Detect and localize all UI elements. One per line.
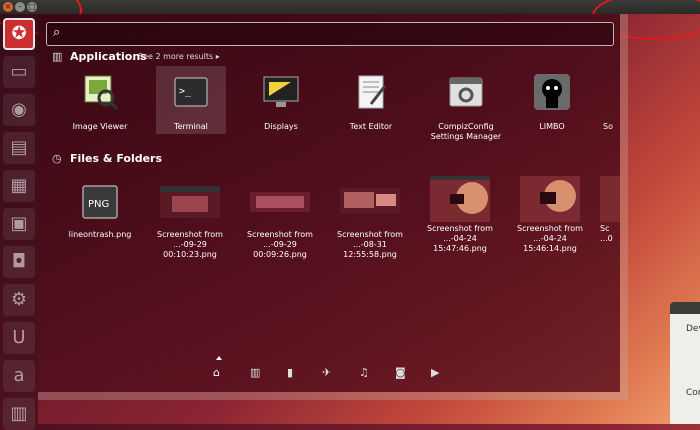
firefox-icon[interactable]: ◉ [3, 94, 35, 126]
file-item[interactable]: Screenshot from ...-04-24 15:46:14.png [510, 176, 590, 254]
dash-home-icon[interactable]: ✪ [3, 18, 35, 50]
png-thumbnail: PNG [60, 182, 140, 222]
file-item[interactable]: Screenshot from ...-09-29 00:09:26.png [240, 182, 320, 260]
svg-text:PNG: PNG [88, 199, 109, 210]
file-label: Screenshot from ...-09-29 00:09:26.png [247, 230, 313, 259]
screenshot-thumbnail [600, 176, 620, 222]
social-lens-icon[interactable]: ✈ [322, 366, 331, 379]
file-item[interactable]: Screenshot from ...-09-29 00:10:23.png [150, 182, 230, 260]
app-image-viewer[interactable]: Image Viewer [65, 72, 135, 132]
app-displays[interactable]: Displays [246, 72, 316, 132]
limbo-icon [532, 72, 572, 112]
app-terminal[interactable]: >_ Terminal [156, 66, 226, 134]
app-partial[interactable]: So [603, 72, 620, 132]
photo-lens-icon[interactable]: ◙ [395, 366, 406, 379]
screenshot-thumbnail [420, 176, 500, 222]
ubuntu-one-icon[interactable]: U [3, 322, 35, 354]
applications-lens-icon[interactable]: ▥ [250, 366, 260, 379]
dash-bottom-edge [38, 392, 628, 400]
window-titlebar [670, 302, 700, 314]
terminal-icon: >_ [171, 72, 211, 112]
file-item[interactable]: Screenshot from ...-04-24 15:47:46.png [420, 176, 500, 254]
window-text: Con [686, 388, 700, 398]
displays-icon [261, 72, 301, 112]
search-icon: ⌕ [53, 25, 61, 40]
calc-icon[interactable]: ▦ [3, 170, 35, 202]
files-header: ◷ Files & Folders [52, 152, 162, 165]
app-compizconfig[interactable]: CompizConfig Settings Manager [426, 72, 506, 142]
file-label: Screenshot from ...-04-24 15:47:46.png [427, 224, 493, 253]
search-bar[interactable]: ⌕ [46, 22, 614, 46]
amazon-icon[interactable]: a [3, 360, 35, 392]
screenshot-thumbnail [150, 182, 230, 222]
video-lens-icon[interactable]: ▶ [431, 366, 439, 379]
app-label: Image Viewer [72, 122, 128, 131]
software-center-icon[interactable]: ◘ [3, 246, 35, 278]
app-label: So [603, 122, 613, 131]
launcher: ✪ ▭ ◉ ▤ ▦ ▣ ◘ ⚙ U a ▥ [0, 14, 38, 430]
music-lens-icon[interactable]: ♫ [359, 366, 369, 379]
app-label: LIMBO [539, 122, 565, 131]
screenshot-thumbnail [240, 182, 320, 222]
file-item[interactable]: PNG lineontrash.png [60, 182, 140, 240]
files-icon[interactable]: ▭ [3, 56, 35, 88]
clock-icon: ◷ [52, 152, 62, 165]
applications-category-icon: ▥ [52, 50, 63, 63]
compiz-icon [446, 72, 486, 112]
text-editor-icon [351, 72, 391, 112]
image-viewer-icon [80, 72, 120, 112]
screenshot-thumbnail [510, 176, 590, 222]
files-title: Files & Folders [70, 152, 163, 165]
applications-header: ▥ Applications [52, 50, 147, 63]
partial-app-icon [603, 72, 620, 112]
settings-icon[interactable]: ⚙ [3, 284, 35, 316]
search-input[interactable] [69, 25, 593, 43]
writer-icon[interactable]: ▤ [3, 132, 35, 164]
impress-icon[interactable]: ▣ [3, 208, 35, 240]
app-text-editor[interactable]: Text Editor [336, 72, 406, 132]
file-label: lineontrash.png [68, 230, 132, 239]
workspace-icon[interactable]: ▥ [3, 398, 35, 430]
svg-text:>_: >_ [179, 86, 192, 97]
file-label: Sc ...0 [600, 224, 613, 243]
home-lens-icon[interactable]: ⌂ [213, 366, 220, 379]
applications-title: Applications [70, 50, 147, 63]
file-label: Screenshot from ...-04-24 15:46:14.png [517, 224, 583, 253]
app-label: Text Editor [349, 122, 393, 131]
dash-edge [620, 14, 628, 392]
file-label: Screenshot from ...-09-29 00:10:23.png [157, 230, 223, 259]
see-more-results-link[interactable]: See 2 more results ▸ [138, 52, 220, 61]
app-label: Terminal [174, 122, 208, 131]
background-window[interactable]: Dev Con [670, 302, 700, 424]
screenshot-thumbnail [330, 182, 410, 222]
app-limbo[interactable]: LIMBO [517, 72, 587, 132]
window-text: Dev [686, 324, 700, 334]
file-item[interactable]: Screenshot from ...-08-31 12:55:58.png [330, 182, 410, 260]
file-item[interactable]: Sc ...0 [600, 176, 620, 244]
files-lens-icon[interactable]: ▮ [287, 366, 293, 379]
file-label: Screenshot from ...-08-31 12:55:58.png [337, 230, 403, 259]
app-label: CompizConfig Settings Manager [430, 122, 502, 141]
active-lens-indicator [216, 356, 222, 360]
app-label: Displays [264, 122, 298, 131]
